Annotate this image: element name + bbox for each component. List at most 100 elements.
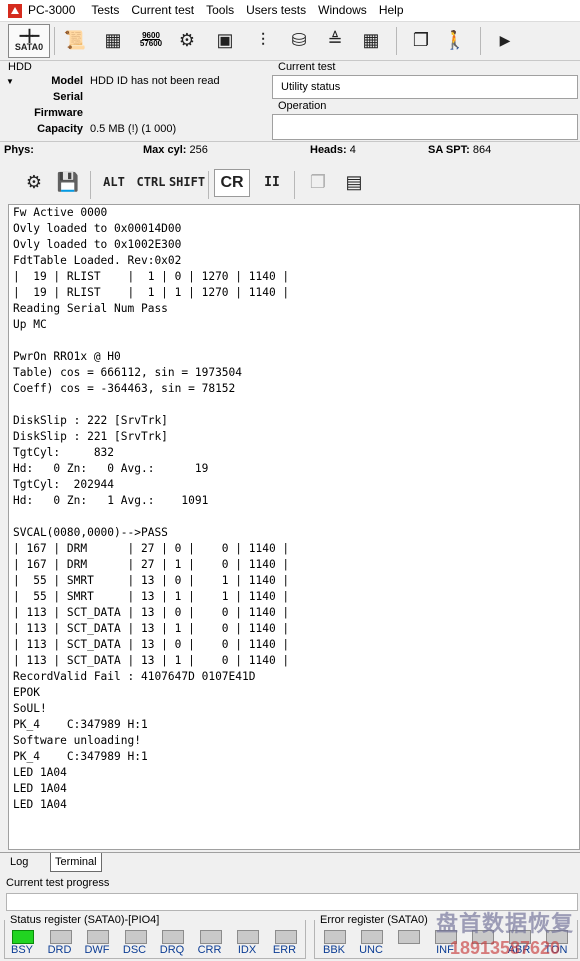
sata-interface-label: SATA0	[14, 42, 44, 52]
error-register-bit-name: ABR	[507, 944, 531, 956]
physical-params-bar: Phys: Max cyl: 256 Heads: 4 SA SPT: 864	[0, 141, 580, 162]
shift-button[interactable]: SHIFT	[169, 169, 205, 195]
terminal-line: | 113 | SCT_DATA | 13 | 0 | 0 | 1140 |	[13, 606, 290, 619]
toolbar-separator	[208, 171, 209, 199]
play-icon[interactable]: ▶	[490, 25, 520, 55]
menu-tools[interactable]: Tools	[200, 0, 240, 21]
terminal-line: | 167 | DRM | 27 | 1 | 0 | 1140 |	[13, 558, 290, 571]
hdd-capacity-row: Capacity 0.5 MB (!) (1 000)	[8, 123, 263, 139]
hdd-firmware-row: Firmware	[8, 107, 263, 123]
status-register-bit-name: DSC	[122, 944, 147, 956]
gears-icon[interactable]: ⚙	[172, 25, 202, 55]
terminal-save-icon[interactable]: 💾	[54, 169, 82, 195]
progress-label: Current test progress	[6, 877, 110, 889]
terminal-line: LED 1A04	[13, 766, 67, 779]
graph-icon[interactable]: ⫶	[248, 25, 278, 55]
sa-spt-label: SA SPT:	[428, 144, 470, 156]
cr-button[interactable]: CR	[214, 169, 250, 197]
baud-rate-button[interactable]: 9600 57600	[136, 25, 166, 55]
menu-bar: PC-3000 Tests Current test Tools Users t…	[0, 0, 580, 22]
terminal-line: | 19 | RLIST | 1 | 1 | 1270 | 1140 |	[13, 286, 290, 299]
status-register-bit-name: IDX	[237, 944, 257, 956]
hdd-firmware-key: Firmware	[34, 107, 83, 119]
menu-tests[interactable]: Tests	[85, 0, 125, 21]
terminal-line: Ovly loaded to 0x1002E300	[13, 238, 182, 251]
copy-icon[interactable]: ❐	[406, 25, 436, 55]
hdd-capacity-value: 0.5 MB (!) (1 000)	[90, 123, 177, 135]
terminal-line: FdtTable Loaded. Rev:0x02	[13, 254, 182, 267]
copy-icon[interactable]: ❐	[304, 169, 332, 195]
grid-icon[interactable]: ▦	[356, 25, 386, 55]
error-register-led	[435, 930, 457, 944]
hdd-panel: HDD ▼ Model HDD ID has not been read Ser…	[0, 60, 267, 140]
menu-help[interactable]: Help	[373, 0, 410, 21]
current-test-value: Utility status	[281, 81, 341, 93]
terminal-settings-icon[interactable]: ⚙	[20, 169, 48, 195]
terminal-line: PwrOn RRO1x @ H0	[13, 350, 121, 363]
status-register-led	[162, 930, 184, 944]
phys-label: Phys:	[4, 144, 34, 156]
sa-spt: SA SPT: 864	[428, 144, 491, 156]
status-register-led	[12, 930, 34, 944]
toolbar-separator	[396, 27, 397, 55]
terminal-line: Ovly loaded to 0x00014D00	[13, 222, 182, 235]
scroll-icon[interactable]: 📜	[60, 25, 90, 55]
terminal-line: | 19 | RLIST | 1 | 0 | 1270 | 1140 |	[13, 270, 290, 283]
toolbar-separator	[90, 171, 91, 199]
chip-icon[interactable]: ▣	[210, 25, 240, 55]
disk-icon[interactable]: ⛁	[284, 25, 314, 55]
terminal-line: SVCAL(0080,0000)-->PASS	[13, 526, 168, 539]
tab-terminal[interactable]: Terminal	[50, 853, 102, 872]
heads: Heads: 4	[310, 144, 356, 156]
terminal-log-icon[interactable]: ▤	[340, 169, 368, 195]
max-cyl-label: Max cyl:	[143, 144, 187, 156]
status-register-led	[274, 930, 297, 944]
terminal-line: LED 1A04	[13, 798, 67, 811]
menu-users-tests[interactable]: Users tests	[240, 0, 312, 21]
alt-button[interactable]: ALT	[100, 169, 128, 195]
menu-windows[interactable]: Windows	[312, 0, 373, 21]
status-register-led	[49, 930, 72, 944]
menu-current-test[interactable]: Current test	[125, 0, 200, 21]
error-register-led	[361, 930, 383, 944]
heads-label: Heads:	[310, 144, 347, 156]
operation-caption: Operation	[278, 100, 327, 112]
scale-icon[interactable]: ≜	[320, 25, 350, 55]
terminal-line: Up MC	[13, 318, 47, 331]
current-test-caption: Current test	[278, 61, 336, 73]
tab-log[interactable]: Log	[6, 853, 32, 871]
terminal-line: RecordValid Fail : 4107647D 0107E41D	[13, 670, 256, 683]
pause-button[interactable]: II	[262, 169, 282, 195]
baud-rate-icon: 9600 57600	[140, 32, 162, 48]
max-cyl-value: 256	[189, 144, 208, 156]
drive-id-icon[interactable]: ▦	[98, 25, 128, 55]
hdd-model-row: Model HDD ID has not been read	[8, 75, 263, 91]
sata-interface-button[interactable]: ━╋━ SATA0	[8, 24, 50, 58]
terminal-line: Table) cos = 666112, sin = 1973504	[13, 366, 243, 379]
terminal-line: | 167 | DRM | 27 | 0 | 0 | 1140 |	[13, 542, 290, 555]
terminal-line: EPOK	[13, 686, 40, 699]
terminal-output[interactable]: Fw Active 0000 Ovly loaded to 0x00014D00 O…	[8, 204, 580, 850]
error-register-bit-name: UNC	[359, 944, 383, 956]
ctrl-button[interactable]: CTRL	[134, 169, 168, 195]
terminal-line: | 113 | SCT_DATA | 13 | 0 | 0 | 1140 |	[13, 638, 290, 651]
terminal-line: SoUL!	[13, 702, 47, 715]
terminal-line: DiskSlip : 222 [SrvTrk]	[13, 414, 168, 427]
status-register-bit-name: DWF	[84, 944, 110, 956]
status-register-led	[124, 930, 147, 944]
run-icon[interactable]: 🚶	[440, 25, 470, 55]
terminal-line: DiskSlip : 221 [SrvTrk]	[13, 430, 168, 443]
terminal-line: | 55 | SMRT | 13 | 0 | 1 | 1140 |	[13, 574, 290, 587]
toolbar-separator	[54, 27, 55, 55]
main-toolbar: ━╋━ SATA0 📜 ▦ 9600 57600 ⚙ ▣ ⫶ ⛁ ≜ ▦ ❐ 🚶…	[0, 22, 580, 61]
hdd-model-value: HDD ID has not been read	[90, 75, 220, 87]
terminal-line: LED 1A04	[13, 782, 67, 795]
error-register-led	[509, 930, 531, 944]
progress-bar	[6, 893, 578, 911]
status-register-bit-name: CRR	[197, 944, 222, 956]
status-register-bit-name: DRQ	[159, 944, 185, 956]
terminal-line: Reading Serial Num Pass	[13, 302, 168, 315]
